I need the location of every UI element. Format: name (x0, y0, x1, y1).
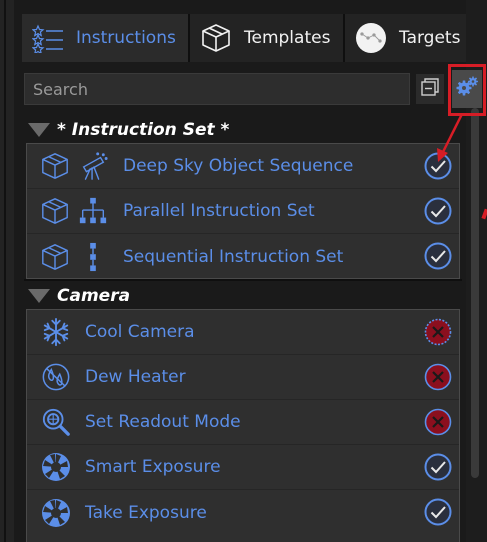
check-circle-icon (423, 452, 453, 482)
tab-instructions[interactable]: Instructions (22, 14, 190, 62)
list-item[interactable]: Set Readout Mode (27, 400, 459, 445)
sequential-chain-icon (77, 241, 109, 273)
collapse-all-button[interactable] (416, 74, 444, 104)
list-item[interactable]: Parallel Instruction Set (27, 189, 459, 234)
left-panel-edge (0, 0, 14, 542)
gears-icon (455, 75, 479, 103)
group-separator (24, 279, 462, 281)
telescope-icon (77, 150, 109, 182)
instructions-list-icon (32, 22, 64, 54)
aperture-icon (39, 496, 73, 530)
template-box-icon (39, 150, 71, 182)
collapse-all-icon (420, 77, 440, 101)
scrollbar-thumb[interactable] (471, 108, 479, 478)
check-circle-icon (423, 151, 453, 181)
left-divider (4, 0, 6, 542)
item-label: Sequential Instruction Set (123, 246, 344, 267)
list-item[interactable]: Take Exposure (27, 490, 459, 535)
tab-templates-label: Templates (244, 28, 331, 48)
item-label: Smart Exposure (85, 457, 221, 477)
group-instruction-set: Deep Sky Object Sequence Parallel Instru… (26, 143, 460, 279)
dew-drop-icon (39, 360, 73, 394)
snowflake-icon (39, 315, 73, 349)
readout-search-icon (39, 405, 73, 439)
settings-button[interactable] (452, 70, 482, 108)
check-circle-icon (423, 196, 453, 226)
template-box-icon (39, 241, 71, 273)
group-title: Camera (57, 286, 131, 306)
error-circle-icon (423, 362, 453, 392)
list-item[interactable]: Smart Exposure (27, 445, 459, 490)
group-title: * Instruction Set * (57, 120, 230, 140)
item-label: Take Exposure (85, 502, 207, 523)
list-item[interactable]: Dew Heater (27, 355, 459, 400)
error-circle-icon (423, 407, 453, 437)
item-label: Set Readout Mode (85, 412, 241, 432)
tab-instructions-label: Instructions (76, 28, 176, 48)
collapse-triangle-icon[interactable] (28, 123, 50, 137)
item-label: Parallel Instruction Set (123, 201, 315, 221)
search-box (24, 73, 410, 105)
item-label: Deep Sky Object Sequence (123, 156, 354, 176)
tab-targets[interactable]: Targets (345, 14, 466, 62)
tab-templates[interactable]: Templates (190, 14, 345, 62)
item-label: Dew Heater (85, 367, 186, 387)
template-box-icon (200, 22, 232, 54)
tab-targets-label: Targets (399, 28, 461, 48)
list-item[interactable]: Cool Camera (27, 310, 459, 355)
check-circle-icon (423, 241, 453, 271)
group-camera: Cool Camera Dew Heater Set Readout Mode (26, 309, 460, 542)
list-item[interactable]: Deep Sky Object Sequence (27, 144, 459, 189)
search-input[interactable] (25, 74, 409, 104)
error-circle-icon (423, 317, 453, 347)
constellation-icon (355, 22, 387, 54)
template-box-icon (39, 195, 71, 227)
aperture-icon (39, 450, 73, 484)
group-header-instruction-set[interactable]: * Instruction Set * (28, 118, 229, 142)
tab-bar: Instructions Templates Targets (22, 14, 466, 62)
check-circle-icon (423, 497, 453, 527)
group-header-camera[interactable]: Camera (28, 284, 130, 308)
item-label: Cool Camera (85, 322, 195, 342)
parallel-tree-icon (77, 195, 109, 227)
collapse-triangle-icon[interactable] (28, 289, 50, 303)
list-item[interactable]: Sequential Instruction Set (27, 234, 459, 279)
